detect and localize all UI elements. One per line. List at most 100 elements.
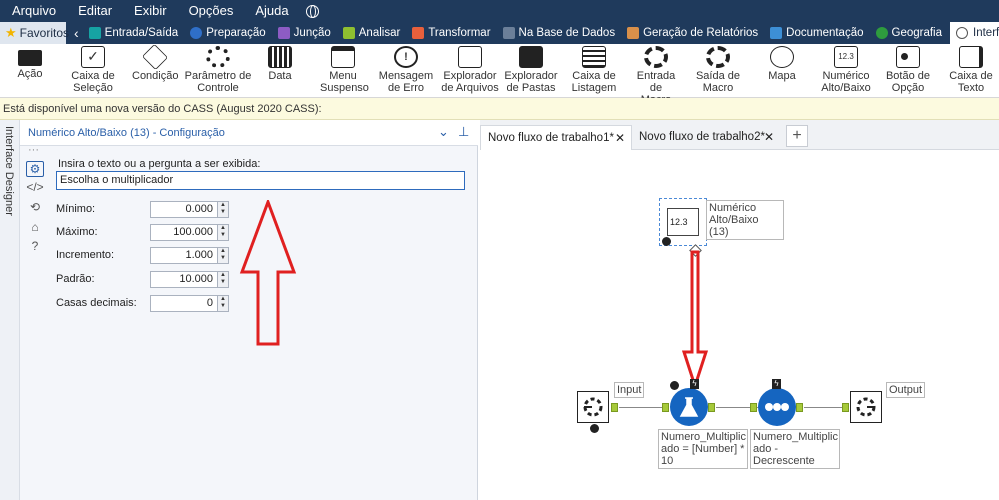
tab-favorites[interactable]: ★ Favoritos bbox=[0, 22, 69, 44]
tab-workflow-2[interactable]: Novo fluxo de trabalho2* ✕ bbox=[632, 125, 780, 150]
globe-icon[interactable] bbox=[305, 4, 319, 18]
node-badge-icon bbox=[670, 381, 679, 390]
minimo-input[interactable]: 0.000 bbox=[150, 201, 218, 218]
menu-ajuda[interactable]: Ajuda bbox=[244, 0, 299, 22]
label-line: Alto/Baixo (13) bbox=[709, 214, 759, 238]
tool-acao[interactable]: Ação bbox=[14, 46, 46, 80]
tool-label: Texto bbox=[957, 82, 985, 94]
tool-label: Seleção bbox=[73, 82, 113, 94]
tool-label: de Arquivos bbox=[441, 82, 499, 94]
spinner-icon[interactable]: ▲ ▼ bbox=[218, 201, 229, 218]
tool-saida-de-macro[interactable]: Saída de Macro bbox=[694, 46, 742, 94]
tab-label: Entrada/Saída bbox=[104, 27, 179, 39]
tool-label: Explorador bbox=[443, 70, 497, 82]
label-line: Numérico bbox=[709, 202, 757, 214]
tab-na-base-de-dados[interactable]: Na Base de Dados bbox=[499, 22, 624, 44]
casas-decimais-input[interactable]: 0 bbox=[150, 295, 218, 312]
input-label: Input bbox=[614, 382, 645, 398]
red-arrow-up-annotation bbox=[239, 200, 297, 346]
tab-entrada-saida[interactable]: Entrada/Saída bbox=[85, 22, 187, 44]
radio-button-icon bbox=[896, 46, 920, 68]
connection-line[interactable] bbox=[619, 407, 663, 408]
output-anchor[interactable] bbox=[796, 403, 803, 412]
spinner-icon[interactable]: ▲ ▼ bbox=[218, 224, 229, 241]
incremento-input[interactable]: 1.000 bbox=[150, 247, 218, 264]
tool-caixa-de-listagem[interactable]: Caixa de Listagem bbox=[570, 46, 618, 94]
code-icon[interactable]: </> bbox=[26, 180, 44, 196]
tool-mapa[interactable]: Mapa bbox=[766, 46, 798, 82]
tool-data[interactable]: Data bbox=[264, 46, 296, 82]
tool-label: Opção bbox=[891, 82, 925, 94]
tool-explorador-de-arquivos[interactable]: Explorador de Arquivos bbox=[440, 46, 500, 94]
input-anchor[interactable] bbox=[750, 403, 757, 412]
tab-geracao-de-relatorios[interactable]: Geração de Relatórios bbox=[623, 22, 766, 44]
formula-node[interactable] bbox=[670, 388, 708, 426]
input-anchor[interactable] bbox=[662, 403, 669, 412]
padrao-input[interactable]: 10.000 bbox=[150, 271, 218, 288]
close-icon[interactable]: ✕ bbox=[615, 126, 625, 150]
pin-icon[interactable]: ⊥ bbox=[458, 124, 469, 140]
tool-entrada-de-macro[interactable]: Entrada de Macro bbox=[630, 46, 682, 106]
tool-caixa-de-texto[interactable]: Caixa de Texto bbox=[948, 46, 994, 94]
refresh-icon[interactable]: ⟲ bbox=[26, 200, 44, 216]
tag-icon[interactable]: ⌂ bbox=[26, 220, 44, 236]
output-anchor[interactable] bbox=[708, 403, 715, 412]
category-color-icon bbox=[88, 27, 101, 39]
input-anchor[interactable] bbox=[842, 403, 849, 412]
tab-preparacao[interactable]: Preparação bbox=[186, 22, 273, 44]
date-icon bbox=[268, 46, 292, 68]
tool-numerico-alto-baixo[interactable]: 12.3 Numérico Alto/Baixo bbox=[818, 46, 874, 94]
tool-caixa-de-selecao[interactable]: ✓ Caixa de Seleção bbox=[68, 46, 118, 94]
chevron-left-icon[interactable]: ‹ bbox=[74, 25, 79, 41]
chevron-down-icon[interactable]: ⌄ bbox=[438, 124, 449, 140]
tool-parametro-de-controle[interactable]: Parâmetro de Controle bbox=[184, 46, 252, 94]
output-macro-node[interactable] bbox=[850, 391, 882, 423]
spinner-icon[interactable]: ▲ ▼ bbox=[218, 295, 229, 312]
help-icon[interactable]: ? bbox=[26, 239, 44, 255]
gear-icon[interactable]: ⚙ bbox=[26, 161, 44, 177]
add-tab-button[interactable]: + bbox=[786, 125, 808, 147]
tool-mensagem-de-erro[interactable]: ! Mensagem de Erro bbox=[378, 46, 434, 94]
tool-botao-de-opcao[interactable]: Botão de Opção bbox=[884, 46, 932, 94]
menu-opcoes[interactable]: Opções bbox=[178, 0, 245, 22]
category-color-icon bbox=[277, 27, 290, 39]
tab-interface[interactable]: Interface bbox=[950, 22, 999, 44]
menu-exibir[interactable]: Exibir bbox=[123, 0, 178, 22]
label-line: ado = [Number] * bbox=[661, 443, 745, 455]
spinner-icon[interactable]: ▲ ▼ bbox=[218, 271, 229, 288]
tool-label: Suspenso bbox=[320, 82, 369, 94]
tool-menu-suspenso[interactable]: Menu Suspenso bbox=[320, 46, 369, 94]
close-icon[interactable]: ✕ bbox=[764, 125, 774, 149]
tool-label: Data bbox=[268, 70, 292, 82]
input-macro-node[interactable] bbox=[577, 391, 609, 423]
maximo-input[interactable]: 100.000 bbox=[150, 224, 218, 241]
tab-juncao[interactable]: Junção bbox=[274, 22, 339, 44]
tool-label: Numérico bbox=[822, 70, 870, 82]
tab-documentacao[interactable]: Documentação bbox=[766, 22, 871, 44]
spinner-icon[interactable]: ▲ ▼ bbox=[218, 247, 229, 264]
tool-palette: Ação ✓ Caixa de Seleção Condição Parâmet… bbox=[0, 43, 999, 106]
workflow-canvas[interactable]: Novo fluxo de trabalho1* ✕ Novo fluxo de… bbox=[480, 120, 999, 500]
update-info-bar[interactable]: Está disponível uma nova versão do CASS … bbox=[0, 98, 999, 120]
sort-node[interactable] bbox=[758, 388, 796, 426]
tool-label: Explorador bbox=[504, 70, 558, 82]
tab-workflow-1[interactable]: Novo fluxo de trabalho1* ✕ bbox=[480, 125, 632, 150]
menu-arquivo[interactable]: Arquivo bbox=[0, 0, 67, 22]
tool-condicao[interactable]: Condição bbox=[132, 43, 178, 82]
prompt-input[interactable]: Escolha o multiplicador bbox=[56, 171, 465, 190]
menu-editar[interactable]: Editar bbox=[67, 0, 123, 22]
control-parameter-icon bbox=[206, 46, 230, 68]
numeric-updown-node[interactable]: 12.3 bbox=[659, 198, 707, 246]
tab-transformar[interactable]: Transformar bbox=[408, 22, 498, 44]
macro-input-icon bbox=[644, 46, 668, 68]
label-line: Numero_Multiplic bbox=[661, 431, 746, 443]
interface-designer-strip[interactable]: Interface Designer bbox=[0, 120, 20, 500]
tool-explorador-de-pastas[interactable]: Explorador de Pastas bbox=[504, 46, 558, 94]
connection-line[interactable] bbox=[804, 407, 842, 408]
tab-analisar[interactable]: Analisar bbox=[339, 22, 409, 44]
more-dots-icon[interactable]: ··· bbox=[28, 144, 39, 156]
output-anchor[interactable] bbox=[611, 403, 618, 412]
tab-geografia[interactable]: Geografia bbox=[872, 22, 951, 44]
map-icon bbox=[770, 46, 794, 68]
category-color-icon bbox=[770, 27, 783, 39]
